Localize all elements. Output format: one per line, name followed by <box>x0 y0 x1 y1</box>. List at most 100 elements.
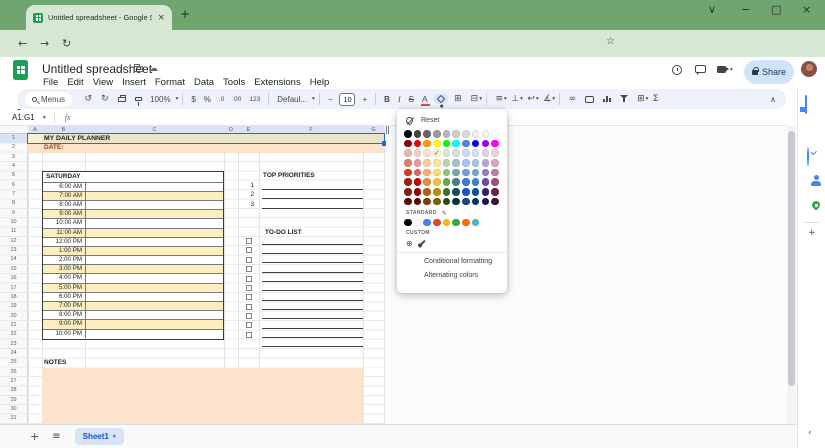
color-swatch[interactable] <box>462 178 470 187</box>
todo-row[interactable] <box>246 321 366 330</box>
color-swatch[interactable] <box>491 149 499 157</box>
todo-row[interactable] <box>246 284 366 293</box>
time-cell[interactable]: 6:00 AM <box>43 182 86 191</box>
time-cell[interactable]: 4:00 PM <box>43 274 86 283</box>
color-swatch[interactable] <box>471 168 480 177</box>
back-icon[interactable]: ← <box>18 37 27 50</box>
meet-camera-icon[interactable] <box>717 66 729 73</box>
priority-line[interactable] <box>262 201 363 209</box>
priority-row[interactable]: 2 <box>244 190 366 200</box>
color-swatch[interactable] <box>404 149 412 157</box>
rotation-dropdown-icon[interactable]: ▾ <box>552 96 555 102</box>
color-swatch[interactable] <box>404 197 412 206</box>
color-swatch[interactable] <box>462 139 470 148</box>
row-header[interactable]: 29 <box>0 396 27 405</box>
row-header[interactable]: 20 <box>0 312 27 321</box>
color-swatch[interactable] <box>491 130 499 138</box>
date-label-cell[interactable]: DATE: <box>44 143 63 152</box>
window-menu-icon[interactable]: ∨ <box>708 3 716 16</box>
schedule-row[interactable]: 2:00 PM <box>43 255 223 265</box>
menu-item[interactable]: Insert <box>122 77 146 88</box>
color-swatch[interactable] <box>423 178 431 187</box>
todo-row[interactable] <box>246 312 366 321</box>
color-swatch[interactable] <box>462 168 470 177</box>
color-swatch[interactable] <box>471 197 480 206</box>
decrease-font-size-button[interactable]: − <box>328 95 333 104</box>
time-cell[interactable]: 10:00 AM <box>43 219 86 228</box>
color-swatch[interactable] <box>452 178 461 187</box>
schedule-row[interactable]: 9:00 PM <box>43 319 223 329</box>
priority-line[interactable] <box>262 182 363 191</box>
valign-dropdown-icon[interactable]: ▾ <box>520 96 523 102</box>
todo-row[interactable] <box>246 302 366 311</box>
zoom-value[interactable]: 100% <box>150 95 170 104</box>
search-menus-button[interactable]: Menus <box>25 91 73 107</box>
color-swatch[interactable] <box>442 188 451 196</box>
sheets-logo-icon[interactable] <box>13 60 28 80</box>
table-views-icon[interactable]: ⊞ <box>637 94 645 104</box>
schedule-row[interactable]: 1:00 PM <box>43 245 223 256</box>
color-swatch[interactable] <box>413 188 422 196</box>
edit-pencil-icon[interactable]: ✎ <box>442 210 447 217</box>
font-size-field[interactable]: 10 <box>339 92 356 106</box>
color-swatch[interactable] <box>404 178 412 187</box>
todo-line[interactable] <box>262 274 363 283</box>
color-swatch[interactable] <box>452 139 461 148</box>
tab-close-icon[interactable]: × <box>157 13 165 23</box>
time-cell[interactable]: 9:00 PM <box>43 320 86 329</box>
color-swatch[interactable] <box>433 159 441 167</box>
row-header[interactable]: 14 <box>0 255 27 264</box>
color-swatch[interactable] <box>481 130 490 138</box>
version-history-icon[interactable] <box>672 65 682 75</box>
todo-row[interactable] <box>246 274 366 283</box>
bookmark-star-icon[interactable]: ☆ <box>606 36 615 47</box>
sheet-tab-active[interactable]: Sheet1 ▾ <box>74 428 124 445</box>
row-header[interactable]: 13 <box>0 246 27 255</box>
selection-fill-handle[interactable] <box>381 141 386 146</box>
color-swatch[interactable] <box>404 130 412 138</box>
row-header[interactable]: 25 <box>0 358 27 367</box>
conditional-formatting-item[interactable]: Conditional formatting <box>403 253 501 267</box>
window-maximize-button[interactable]: □ <box>771 3 781 16</box>
color-swatch[interactable] <box>433 188 441 196</box>
date-row-fill[interactable] <box>28 143 384 153</box>
day-header-cell[interactable]: SATURDAY <box>43 172 223 181</box>
name-box[interactable]: A1:G1 <box>12 113 42 122</box>
color-swatch[interactable] <box>404 139 412 148</box>
fill-color-button[interactable] <box>433 94 448 104</box>
standard-color-swatch[interactable] <box>442 218 451 227</box>
color-swatch[interactable] <box>491 159 499 167</box>
color-swatch[interactable] <box>452 197 461 206</box>
calendar-icon[interactable] <box>805 95 807 114</box>
add-addon-icon[interactable]: + <box>808 228 816 238</box>
color-swatch[interactable] <box>413 159 422 167</box>
row-header[interactable]: 27 <box>0 377 27 386</box>
row-header[interactable]: 16 <box>0 274 27 283</box>
menu-item[interactable]: Edit <box>67 77 83 88</box>
time-cell[interactable]: 9:00 AM <box>43 210 86 219</box>
todo-line[interactable] <box>262 302 363 311</box>
schedule-row[interactable]: 6:00 PM <box>43 291 223 302</box>
color-swatch[interactable] <box>423 149 431 157</box>
row-header[interactable]: 26 <box>0 368 27 377</box>
todo-checkbox[interactable] <box>246 322 252 329</box>
row-header[interactable]: 9 <box>0 209 27 218</box>
color-swatch[interactable] <box>404 188 412 196</box>
color-swatch[interactable] <box>404 159 412 167</box>
color-swatch[interactable] <box>491 197 499 206</box>
todo-checkbox[interactable] <box>246 294 252 301</box>
color-swatch[interactable] <box>462 197 470 206</box>
italic-button[interactable]: I <box>398 95 401 104</box>
schedule-row[interactable]: 11:00 AM <box>43 227 223 237</box>
priority-row[interactable]: 3 <box>244 199 366 209</box>
standard-color-swatch[interactable] <box>471 218 480 227</box>
collapse-panel-icon[interactable]: ‹ <box>808 428 812 438</box>
todo-checkbox[interactable] <box>246 275 252 282</box>
align-dropdown-icon[interactable]: ▾ <box>504 96 507 102</box>
notes-area-fill[interactable] <box>42 367 363 424</box>
schedule-row[interactable]: 10:00 PM <box>43 328 223 338</box>
row-header[interactable]: 7 <box>0 190 27 199</box>
color-swatch[interactable] <box>471 159 480 167</box>
create-filter-icon[interactable] <box>619 95 629 103</box>
row-header[interactable]: 23 <box>0 340 27 349</box>
